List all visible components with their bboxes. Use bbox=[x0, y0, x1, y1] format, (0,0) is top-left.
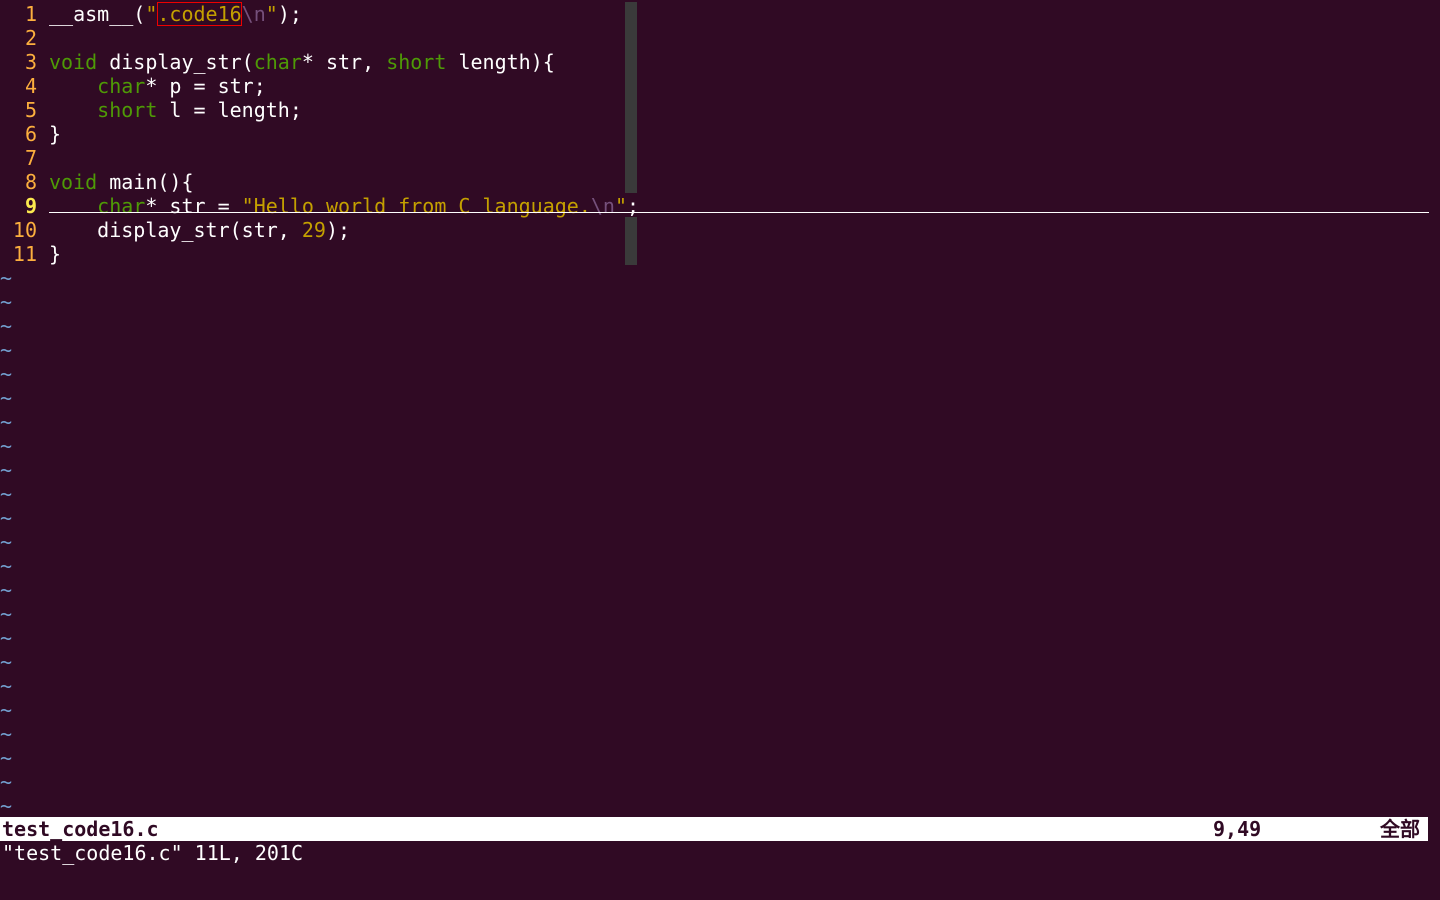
tilde-marker: ~ bbox=[0, 482, 13, 506]
code-token: short bbox=[386, 50, 447, 74]
tilde-marker: ~ bbox=[0, 410, 13, 434]
line-number: 1 bbox=[24, 2, 37, 26]
tilde-marker: ~ bbox=[0, 650, 13, 674]
code-token: } bbox=[49, 122, 62, 146]
line-code: __asm__(".code16\n"); bbox=[49, 2, 302, 26]
line-number: 11 bbox=[12, 242, 37, 266]
status-scroll-indicator: 全部 bbox=[1380, 817, 1420, 841]
line-number: 10 bbox=[12, 218, 37, 242]
code-token: ; bbox=[627, 194, 640, 218]
tilde-marker: ~ bbox=[0, 794, 13, 818]
code-token: display_str( bbox=[97, 50, 254, 74]
code-token: void bbox=[49, 50, 98, 74]
line-number: 3 bbox=[24, 50, 37, 74]
tilde-marker: ~ bbox=[0, 386, 13, 410]
tilde-marker: ~ bbox=[0, 506, 13, 530]
tilde-marker: ~ bbox=[0, 770, 13, 794]
code-token: } bbox=[49, 242, 62, 266]
code-token: char bbox=[253, 50, 302, 74]
code-token: * str, bbox=[301, 50, 387, 74]
code-token: * str = bbox=[145, 194, 242, 218]
line-number: 2 bbox=[24, 26, 37, 50]
code-token: " bbox=[265, 2, 278, 26]
line-code: void main(){ bbox=[49, 170, 194, 194]
code-token: " bbox=[614, 194, 628, 218]
tilde-marker: ~ bbox=[0, 746, 13, 770]
status-filename: test_code16.c bbox=[2, 817, 159, 841]
code-token: * p = str; bbox=[145, 74, 266, 98]
code-token: "Hello world from C language. bbox=[241, 194, 591, 218]
color-column bbox=[625, 2, 637, 265]
tilde-marker: ~ bbox=[0, 626, 13, 650]
tilde-marker: ~ bbox=[0, 266, 13, 290]
tilde-marker: ~ bbox=[0, 602, 13, 626]
line-number: 5 bbox=[24, 98, 37, 122]
status-cursor-position: 9,49 bbox=[1213, 817, 1262, 841]
cursor-line-underline bbox=[49, 212, 1429, 213]
code-token: length){ bbox=[446, 50, 555, 74]
code-token: short bbox=[97, 98, 158, 122]
tilde-marker: ~ bbox=[0, 674, 13, 698]
line-number: 4 bbox=[24, 74, 37, 98]
tilde-marker: ~ bbox=[0, 458, 13, 482]
code-token: char bbox=[97, 74, 146, 98]
tilde-marker: ~ bbox=[0, 314, 13, 338]
tilde-marker: ~ bbox=[0, 338, 13, 362]
line-code: void display_str(char* str, short length… bbox=[49, 50, 555, 74]
line-number: 7 bbox=[24, 146, 37, 170]
code-token: display_str(str, bbox=[49, 218, 302, 242]
code-token: char bbox=[97, 194, 146, 218]
tilde-marker: ~ bbox=[0, 722, 13, 746]
code-token: ); bbox=[325, 218, 351, 242]
line-number: 9 bbox=[24, 194, 37, 218]
command-line[interactable]: "test_code16.c" 11L, 201C bbox=[2, 841, 303, 865]
line-number: 6 bbox=[24, 122, 37, 146]
tilde-marker: ~ bbox=[0, 698, 13, 722]
tilde-marker: ~ bbox=[0, 530, 13, 554]
line-code: char* str = "Hello world from C language… bbox=[49, 194, 639, 218]
code-token: 29 bbox=[301, 218, 326, 242]
line-code: } bbox=[49, 242, 61, 266]
line-code: display_str(str, 29); bbox=[49, 218, 350, 242]
code-token: \n bbox=[241, 2, 266, 26]
code-token: .code16 bbox=[157, 2, 242, 26]
code-token: l = length; bbox=[157, 98, 302, 122]
status-bar: test_code16.c 9,49 全部 bbox=[0, 817, 1428, 841]
code-token: void bbox=[49, 170, 98, 194]
tilde-marker: ~ bbox=[0, 290, 13, 314]
tilde-marker: ~ bbox=[0, 434, 13, 458]
code-token: main(){ bbox=[97, 170, 194, 194]
code-token: __asm__( bbox=[49, 2, 146, 26]
tilde-marker: ~ bbox=[0, 554, 13, 578]
tilde-marker: ~ bbox=[0, 578, 13, 602]
code-token: ); bbox=[277, 2, 302, 26]
editor-buffer[interactable]: 1 __asm__(".code16\n"); 2 3 void display_str… bbox=[0, 0, 1440, 818]
line-code: short l = length; bbox=[49, 98, 302, 122]
code-token: " bbox=[145, 2, 158, 26]
line-number: 8 bbox=[24, 170, 37, 194]
line-code: } bbox=[49, 122, 61, 146]
line-code: char* p = str; bbox=[49, 74, 266, 98]
tilde-marker: ~ bbox=[0, 362, 13, 386]
code-token: \n bbox=[590, 194, 615, 218]
